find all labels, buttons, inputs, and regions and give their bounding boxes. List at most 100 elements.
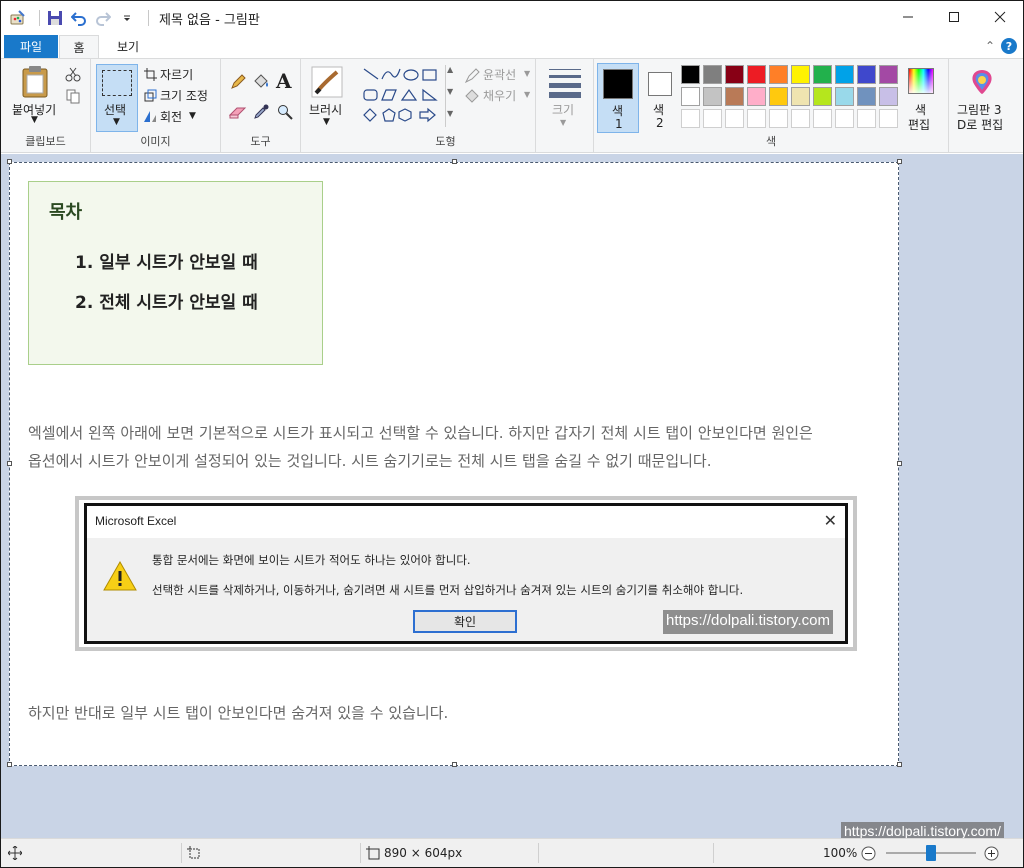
resize-handle[interactable] <box>7 461 12 466</box>
select-button[interactable]: 선택 ▼ <box>96 64 138 132</box>
save-icon[interactable] <box>46 9 64 27</box>
resize-handle[interactable] <box>452 762 457 767</box>
edit-colors-button[interactable]: 색 편집 <box>905 65 937 135</box>
palette-color[interactable] <box>813 87 832 106</box>
shapes-gallery[interactable] <box>360 65 455 127</box>
palette-color[interactable] <box>791 65 810 84</box>
close-button[interactable] <box>977 1 1023 33</box>
undo-icon[interactable] <box>70 9 88 27</box>
zoom-in-icon[interactable] <box>983 845 999 861</box>
crop-icon[interactable] <box>143 67 157 81</box>
zoom-slider-thumb[interactable] <box>926 845 936 861</box>
resize-handle[interactable] <box>897 461 902 466</box>
brush-icon[interactable] <box>310 65 344 99</box>
color1-swatch <box>603 69 633 99</box>
dialog-screenshot-frame: Microsoft Excel ✕ 통합 문서에는 화면에 보이는 시트가 적어… <box>75 496 857 651</box>
palette-color[interactable] <box>879 65 898 84</box>
color2-button[interactable]: 색 2 <box>643 63 677 133</box>
paint3d-label2[interactable]: D로 편집 <box>957 116 1003 133</box>
workspace[interactable]: 목차 1. 일부 시트가 안보일 때 2. 전체 시트가 안보일 때 엑셀에서 … <box>1 154 1023 840</box>
outline-icon[interactable] <box>464 67 480 83</box>
brush-button[interactable]: 브러시 <box>309 101 342 118</box>
minimize-button[interactable] <box>885 1 931 33</box>
fill-bucket-icon[interactable] <box>252 73 270 91</box>
palette-color[interactable] <box>747 65 766 84</box>
cut-icon[interactable] <box>64 65 82 83</box>
resize-handle[interactable] <box>7 159 12 164</box>
brush-dropdown-icon[interactable]: ▼ <box>323 117 330 127</box>
custom-color-slot[interactable] <box>703 109 722 128</box>
custom-color-slot[interactable] <box>835 109 854 128</box>
resize-handle[interactable] <box>897 159 902 164</box>
palette-color[interactable] <box>879 87 898 106</box>
toc-item: 2. 전체 시트가 안보일 때 <box>75 293 258 313</box>
paste-dropdown-icon[interactable]: ▼ <box>31 115 38 125</box>
customize-toolbar-icon[interactable] <box>118 9 136 27</box>
palette-color[interactable] <box>835 87 854 106</box>
tab-view[interactable]: 보기 <box>105 35 151 58</box>
size-dropdown-icon[interactable]: ▼ <box>560 118 566 127</box>
custom-color-slot[interactable] <box>791 109 810 128</box>
palette-color[interactable] <box>703 87 722 106</box>
maximize-button[interactable] <box>931 1 977 33</box>
paint-app-icon[interactable] <box>9 9 27 27</box>
resize-button[interactable]: 크기 조정 <box>160 87 208 104</box>
custom-color-slot[interactable] <box>813 109 832 128</box>
pencil-icon[interactable] <box>229 73 247 91</box>
paste-icon[interactable] <box>19 65 51 99</box>
palette-color[interactable] <box>725 87 744 106</box>
rotate-dropdown-icon[interactable]: ▼ <box>189 111 196 121</box>
rotate-icon[interactable] <box>143 109 157 123</box>
help-icon[interactable]: ? <box>1001 38 1017 54</box>
outline-button[interactable]: 윤곽선 <box>483 66 516 83</box>
tab-file[interactable]: 파일 <box>4 35 58 58</box>
copy-icon[interactable] <box>64 87 82 105</box>
size-icon[interactable] <box>549 69 581 98</box>
custom-color-slot[interactable] <box>769 109 788 128</box>
zoom-out-icon[interactable] <box>860 845 876 861</box>
palette-color[interactable] <box>725 65 744 84</box>
custom-color-slot[interactable] <box>857 109 876 128</box>
custom-color-slot[interactable] <box>725 109 744 128</box>
fill-dropdown-icon[interactable]: ▼ <box>524 90 530 99</box>
magnifier-icon[interactable] <box>276 103 294 121</box>
palette-color[interactable] <box>813 65 832 84</box>
resize-handle[interactable] <box>452 159 457 164</box>
resize-icon[interactable] <box>143 88 157 102</box>
color1-button[interactable]: 색 1 <box>597 63 639 133</box>
custom-color-slot[interactable] <box>747 109 766 128</box>
palette-color[interactable] <box>791 87 810 106</box>
window-title: 제목 없음 - 그림판 <box>159 12 260 28</box>
resize-handle[interactable] <box>7 762 12 767</box>
toc-box: 목차 1. 일부 시트가 안보일 때 2. 전체 시트가 안보일 때 <box>28 181 323 365</box>
palette-color[interactable] <box>769 87 788 106</box>
size-button[interactable]: 크기 <box>552 101 574 118</box>
shapes-scrollbar[interactable]: ▲ ▼ ▼ <box>445 65 455 127</box>
color-picker-icon[interactable] <box>252 103 270 121</box>
collapse-ribbon-icon[interactable]: ⌃ <box>985 39 995 53</box>
paint3d-group: 그림판 3 D로 편집 <box>949 59 1023 152</box>
custom-color-slot[interactable] <box>681 109 700 128</box>
redo-icon[interactable] <box>94 9 112 27</box>
eraser-icon[interactable] <box>229 103 247 121</box>
palette-color[interactable] <box>703 65 722 84</box>
resize-handle[interactable] <box>897 762 902 767</box>
custom-color-slot[interactable] <box>879 109 898 128</box>
paint3d-icon[interactable] <box>967 67 997 97</box>
palette-color[interactable] <box>857 87 876 106</box>
palette-color[interactable] <box>769 65 788 84</box>
crop-button[interactable]: 자르기 <box>160 66 193 83</box>
text-tool-icon[interactable]: A <box>276 69 292 93</box>
palette-color[interactable] <box>835 65 854 84</box>
outline-dropdown-icon[interactable]: ▼ <box>524 69 530 78</box>
rotate-button[interactable]: 회전 <box>160 108 182 125</box>
tab-home[interactable]: 홈 <box>59 35 99 59</box>
drawing-canvas[interactable]: 목차 1. 일부 시트가 안보일 때 2. 전체 시트가 안보일 때 엑셀에서 … <box>9 162 899 766</box>
palette-color[interactable] <box>747 87 766 106</box>
palette-color[interactable] <box>681 87 700 106</box>
zoom-slider[interactable] <box>886 845 976 861</box>
palette-color[interactable] <box>857 65 876 84</box>
fill-button[interactable]: 채우기 <box>483 87 516 104</box>
palette-color[interactable] <box>681 65 700 84</box>
fill-icon[interactable] <box>464 88 480 104</box>
